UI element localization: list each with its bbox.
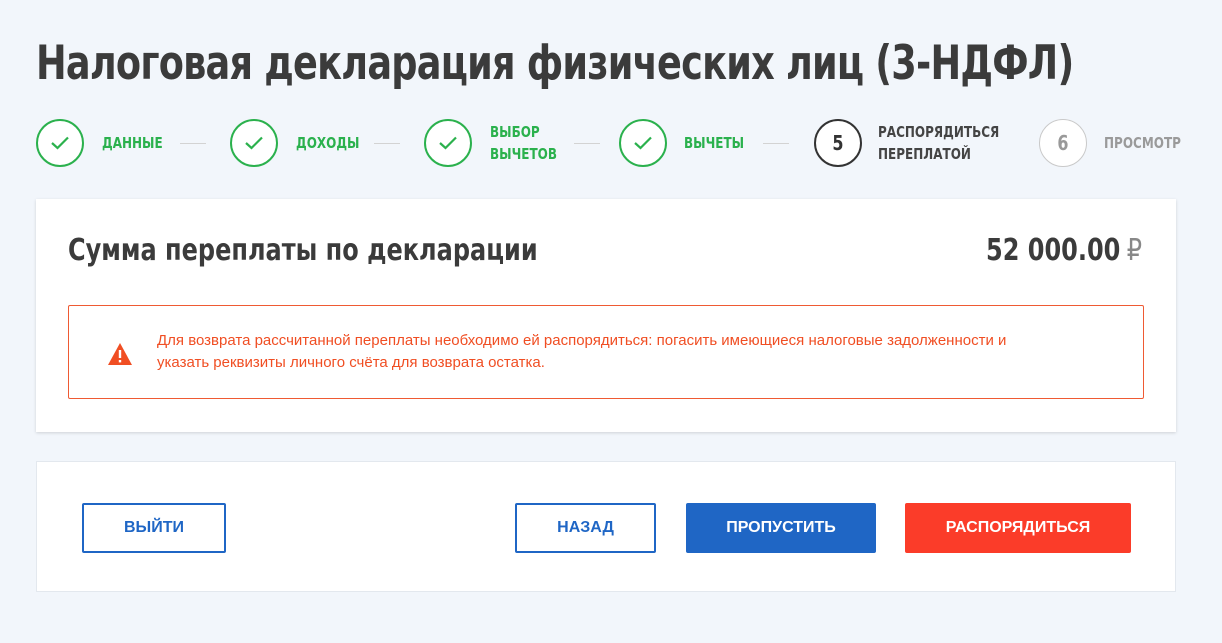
step-5-indicator: 5 — [814, 119, 862, 167]
step-3-label-line1: Выбор — [490, 123, 540, 141]
step-1-indicator[interactable] — [36, 119, 84, 167]
ruble-sign: ₽ — [1126, 233, 1142, 268]
step-divider — [180, 143, 206, 144]
step-2-label[interactable]: Доходы — [296, 132, 359, 154]
dispose-overpayment-button[interactable]: Распорядиться — [905, 503, 1131, 553]
step-2-indicator[interactable] — [230, 119, 278, 167]
check-icon — [245, 136, 263, 150]
step-3-label[interactable]: Выбор вычетов — [490, 121, 557, 165]
warning-icon — [108, 343, 132, 365]
overpayment-label: Сумма переплаты по декларации — [68, 233, 538, 268]
page-title: Налоговая декларация физических лиц (3-Н… — [36, 36, 1074, 91]
overpayment-amount: 52 000.00 ₽ — [986, 233, 1142, 268]
step-4-label[interactable]: Вычеты — [684, 132, 744, 154]
step-4-indicator[interactable] — [619, 119, 667, 167]
step-1-label[interactable]: Данные — [102, 132, 163, 154]
step-6-label: Просмотр — [1104, 134, 1181, 152]
back-button[interactable]: Назад — [515, 503, 656, 553]
step-6-indicator: 6 — [1039, 119, 1087, 167]
step-divider — [574, 143, 600, 144]
alert-message: Для возврата рассчитанной переплаты необ… — [157, 330, 1117, 374]
step-5-number: 5 — [832, 131, 844, 155]
step-5-label-line2: переплатой — [878, 145, 971, 163]
overpayment-summary-card: Сумма переплаты по декларации 52 000.00 ₽… — [36, 199, 1176, 432]
exit-button[interactable]: Выйти — [82, 503, 226, 553]
check-icon — [634, 136, 652, 150]
step-6-number: 6 — [1057, 131, 1069, 155]
actions-panel: Выйти Назад Пропустить Распорядиться — [36, 461, 1176, 592]
step-5-label: Распорядиться переплатой — [878, 121, 999, 165]
overpayment-warning-alert: Для возврата рассчитанной переплаты необ… — [68, 305, 1144, 399]
skip-button[interactable]: Пропустить — [686, 503, 876, 553]
check-icon — [439, 136, 457, 150]
check-icon — [51, 136, 69, 150]
step-5-label-line1: Распорядиться — [878, 123, 1000, 141]
step-3-label-line2: вычетов — [490, 145, 558, 163]
step-divider — [374, 143, 400, 144]
step-3-indicator[interactable] — [424, 119, 472, 167]
progress-stepper: Данные Доходы Выбор вычетов Вычеты 5 Рас… — [36, 119, 1196, 169]
alert-message-line2: указать реквизиты личного счёта для возв… — [157, 354, 545, 371]
overpayment-value: 52 000.00 — [985, 233, 1121, 268]
step-divider — [763, 143, 789, 144]
alert-message-line1: Для возврата рассчитанной переплаты необ… — [157, 332, 1007, 349]
